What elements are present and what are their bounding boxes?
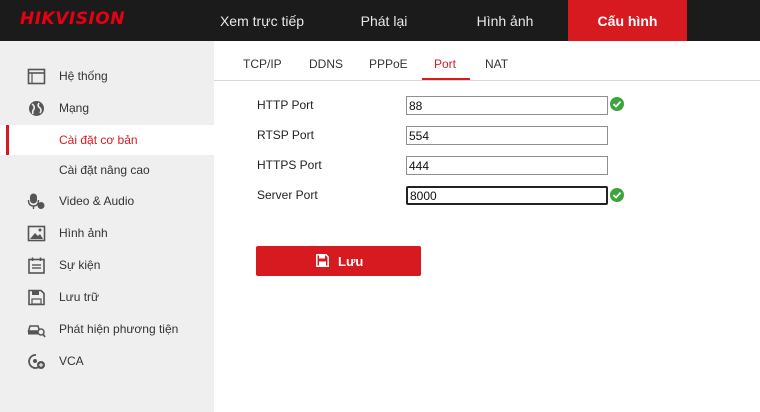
sidebar-item-label: Hệ thống [59,69,108,83]
sidebar-item-label: Cài đặt nâng cao [59,163,150,177]
image-icon [27,225,46,242]
https-port-label: HTTPS Port [257,158,322,172]
active-tab-indicator [422,78,470,80]
save-button-label: Lưu [338,254,364,269]
sidebar: Hệ thống Mạng Cài đặt cơ bản Cài đặt nân… [0,41,214,412]
top-bar: HIKVISION Xem trực tiếp Phát lại Hình ản… [0,0,760,41]
sidebar-item-label: Sự kiện [59,258,101,272]
tab-pppoe[interactable]: PPPoE [369,57,408,71]
sidebar-item-label: Phát hiện phương tiện [59,322,179,336]
server-port-input[interactable] [406,186,608,205]
floppy-disk-icon [28,289,45,306]
sidebar-item-label: VCA [59,354,84,368]
server-port-valid-icon [610,188,624,202]
tab-tcpip[interactable]: TCP/IP [243,57,282,71]
nav-picture[interactable]: Hình ảnh [446,0,564,41]
sidebar-item-vca[interactable]: VCA [0,346,214,376]
sidebar-item-basic-settings[interactable]: Cài đặt cơ bản [0,125,214,155]
sidebar-item-network[interactable]: Mạng [0,93,214,123]
nav-configuration[interactable]: Cấu hình [568,0,687,41]
nav-playback[interactable]: Phát lại [325,0,443,41]
http-port-input[interactable] [406,96,608,115]
sidebar-item-advanced-settings[interactable]: Cài đặt nâng cao [0,155,214,185]
save-button[interactable]: Lưu [256,246,421,276]
sidebar-item-label: Lưu trữ [59,290,100,304]
globe-icon [29,101,44,116]
http-port-label: HTTP Port [257,98,314,112]
sidebar-item-label: Hình ảnh [59,226,108,240]
sidebar-item-image[interactable]: Hình ảnh [0,218,214,248]
car-search-icon [27,325,46,338]
sidebar-item-video-audio[interactable]: Video & Audio [0,186,214,216]
tab-ddns[interactable]: DDNS [309,57,343,71]
sidebar-item-system[interactable]: Hệ thống [0,61,214,91]
tab-nat[interactable]: NAT [485,57,508,71]
sidebar-item-label: Cài đặt cơ bản [59,133,138,147]
sidebar-item-vehicle-detection[interactable]: Phát hiện phương tiện [0,314,214,344]
rtsp-port-label: RTSP Port [257,128,314,142]
sidebar-item-label: Video & Audio [59,194,135,208]
https-port-input[interactable] [406,156,608,175]
sidebar-item-storage[interactable]: Lưu trữ [0,282,214,312]
tab-port[interactable]: Port [434,57,456,71]
http-port-valid-icon [610,97,624,111]
tab-bar: TCP/IP DDNS PPPoE Port NAT [214,41,760,81]
floppy-disk-icon [316,254,329,267]
microphone-camera-icon [27,193,45,209]
sidebar-item-event[interactable]: Sự kiện [0,250,214,280]
hikvision-logo: HIKVISION [20,9,125,29]
calendar-icon [28,257,45,274]
rtsp-port-input[interactable] [406,126,608,145]
vca-settings-icon [28,354,45,369]
nav-live-view[interactable]: Xem trực tiếp [203,0,321,41]
server-port-label: Server Port [257,188,318,202]
sidebar-item-label: Mạng [59,101,90,115]
system-monitor-icon [27,68,46,85]
